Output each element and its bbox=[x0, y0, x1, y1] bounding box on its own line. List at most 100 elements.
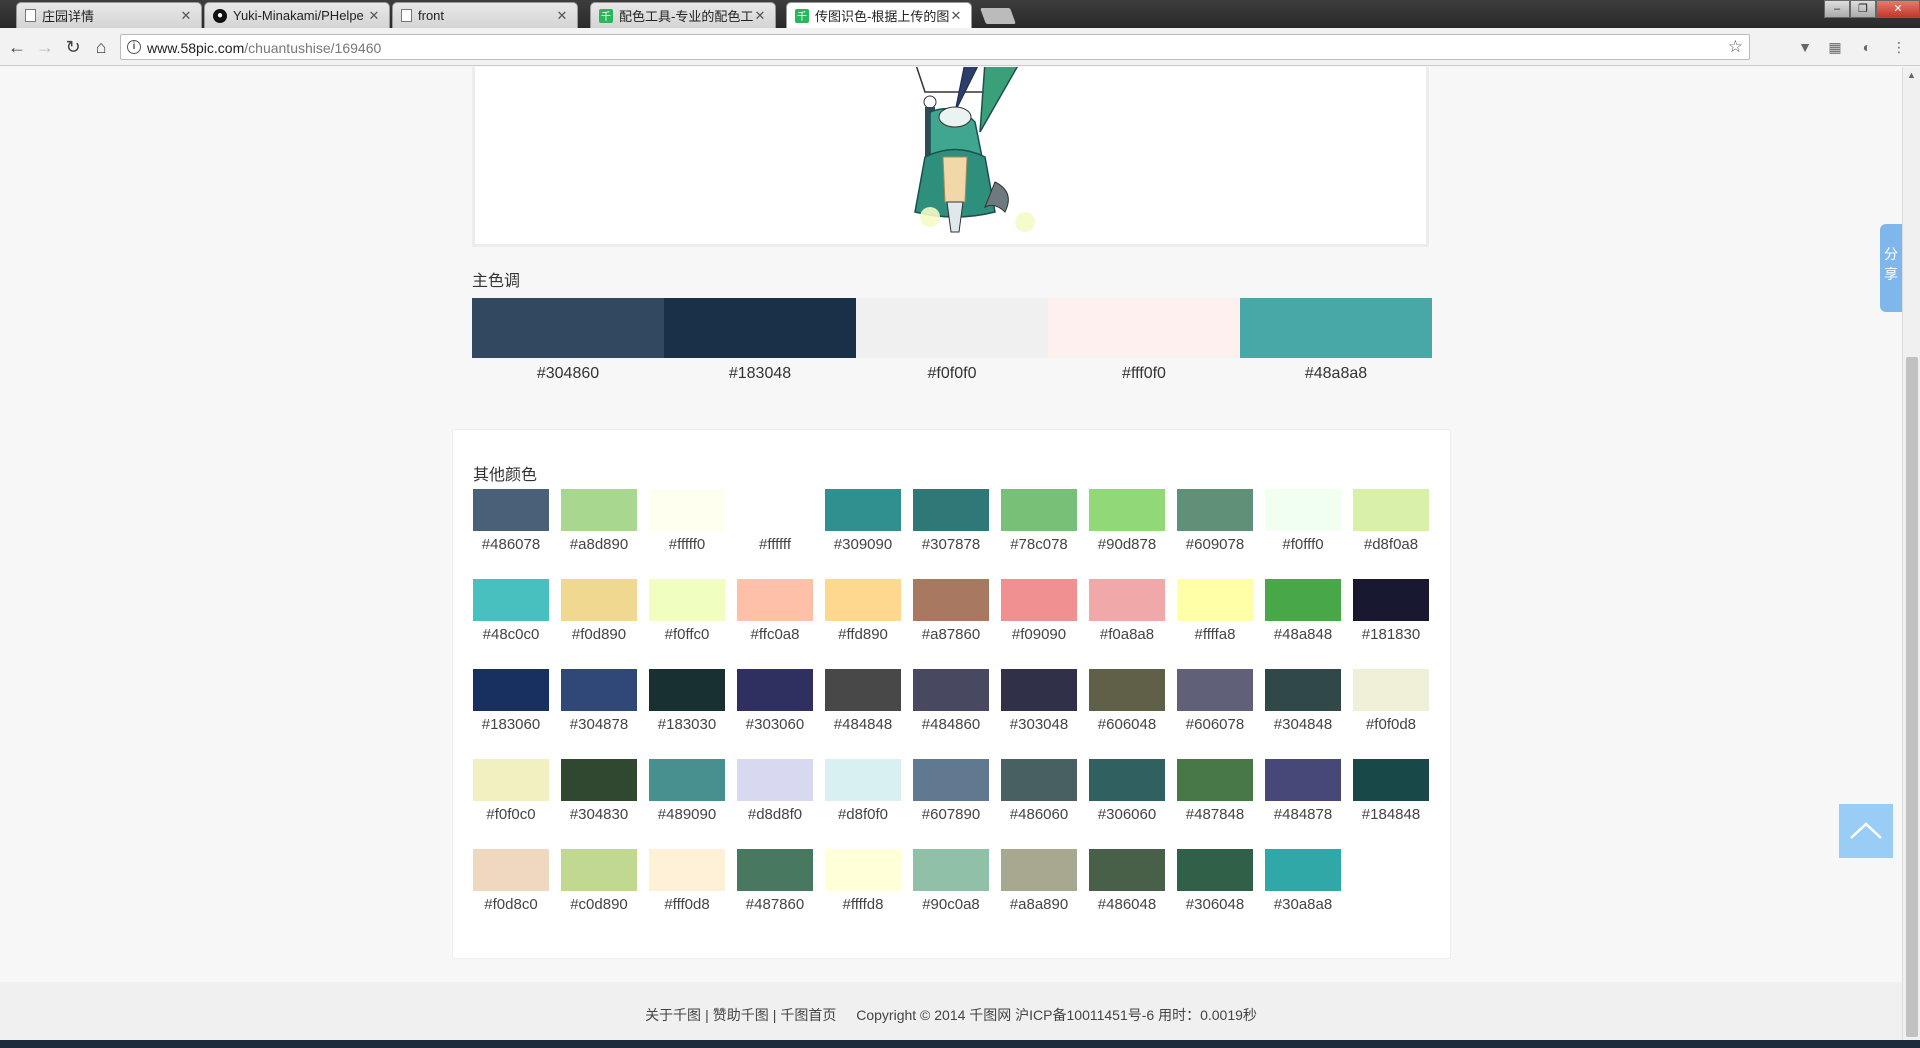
color-block[interactable] bbox=[649, 669, 725, 711]
close-icon[interactable]: ✕ bbox=[555, 8, 569, 24]
other-color-swatch[interactable]: #f0fff0 bbox=[1265, 489, 1353, 579]
tab-2[interactable]: ● Yuki-Minakami/PHelpe ✕ bbox=[204, 2, 390, 28]
footer-link-home[interactable]: 千图首页 bbox=[780, 1007, 836, 1023]
color-block[interactable] bbox=[1001, 669, 1077, 711]
main-color-swatch[interactable]: #304860 bbox=[472, 298, 664, 383]
color-block[interactable] bbox=[913, 849, 989, 891]
other-color-swatch[interactable]: #487860 bbox=[737, 849, 825, 939]
other-color-swatch[interactable]: #484878 bbox=[1265, 759, 1353, 849]
other-color-swatch[interactable]: #487848 bbox=[1177, 759, 1265, 849]
color-block[interactable] bbox=[913, 579, 989, 621]
other-color-swatch[interactable]: #607890 bbox=[913, 759, 1001, 849]
other-color-swatch[interactable]: #ffd890 bbox=[825, 579, 913, 669]
color-block[interactable] bbox=[1353, 489, 1429, 531]
color-block[interactable] bbox=[1089, 669, 1165, 711]
main-color-swatch[interactable]: #f0f0f0 bbox=[856, 298, 1048, 383]
color-block[interactable] bbox=[825, 849, 901, 891]
other-color-swatch[interactable]: #484860 bbox=[913, 669, 1001, 759]
color-block[interactable] bbox=[825, 759, 901, 801]
address-bar[interactable]: i www.58pic.com/chuantushise/169460 ☆ bbox=[120, 34, 1750, 60]
color-block[interactable] bbox=[737, 849, 813, 891]
other-color-swatch[interactable]: #304848 bbox=[1265, 669, 1353, 759]
tab-1[interactable]: 庄园详情 ✕ bbox=[16, 2, 202, 28]
vertical-scrollbar[interactable]: ▲ bbox=[1902, 67, 1920, 1048]
extension-globe-icon[interactable]: ◐ bbox=[1858, 38, 1876, 56]
color-block[interactable] bbox=[473, 489, 549, 531]
color-block[interactable] bbox=[737, 489, 813, 531]
close-icon[interactable]: ✕ bbox=[179, 8, 193, 24]
color-block[interactable] bbox=[649, 489, 725, 531]
color-block[interactable] bbox=[1265, 669, 1341, 711]
other-color-swatch[interactable]: #ffc0a8 bbox=[737, 579, 825, 669]
other-color-swatch[interactable]: #d8f0f0 bbox=[825, 759, 913, 849]
other-color-swatch[interactable]: #ffffff bbox=[737, 489, 825, 579]
color-block[interactable] bbox=[1265, 489, 1341, 531]
other-color-swatch[interactable]: #f0d890 bbox=[561, 579, 649, 669]
other-color-swatch[interactable]: #d8f0a8 bbox=[1353, 489, 1441, 579]
color-block[interactable] bbox=[473, 669, 549, 711]
color-block[interactable] bbox=[1001, 849, 1077, 891]
color-block[interactable] bbox=[473, 849, 549, 891]
color-block[interactable] bbox=[561, 759, 637, 801]
other-color-swatch[interactable]: #f09090 bbox=[1001, 579, 1089, 669]
window-close-button[interactable]: ✕ bbox=[1876, 0, 1920, 18]
color-block[interactable] bbox=[561, 489, 637, 531]
other-color-swatch[interactable]: #a8d890 bbox=[561, 489, 649, 579]
extension-filter-icon[interactable]: ▼ bbox=[1796, 38, 1814, 56]
other-color-swatch[interactable]: #484848 bbox=[825, 669, 913, 759]
color-block[interactable] bbox=[1240, 298, 1432, 358]
color-block[interactable] bbox=[561, 669, 637, 711]
back-to-top-button[interactable] bbox=[1839, 804, 1893, 858]
color-block[interactable] bbox=[1089, 579, 1165, 621]
home-icon[interactable]: ⌂ bbox=[90, 36, 112, 58]
color-block[interactable] bbox=[737, 759, 813, 801]
close-icon[interactable]: ✕ bbox=[753, 8, 767, 24]
color-block[interactable] bbox=[561, 849, 637, 891]
color-block[interactable] bbox=[1089, 759, 1165, 801]
main-color-swatch[interactable]: #48a8a8 bbox=[1240, 298, 1432, 383]
other-color-swatch[interactable]: #304878 bbox=[561, 669, 649, 759]
other-color-swatch[interactable]: #184848 bbox=[1353, 759, 1441, 849]
color-block[interactable] bbox=[473, 759, 549, 801]
color-block[interactable] bbox=[1089, 849, 1165, 891]
footer-link-sponsor[interactable]: 赞助千图 bbox=[713, 1007, 769, 1023]
color-block[interactable] bbox=[1048, 298, 1240, 358]
close-icon[interactable]: ✕ bbox=[949, 8, 963, 24]
other-color-swatch[interactable]: #606048 bbox=[1089, 669, 1177, 759]
other-color-swatch[interactable]: #f0f0c0 bbox=[473, 759, 561, 849]
main-color-swatch[interactable]: #183048 bbox=[664, 298, 856, 383]
color-block[interactable] bbox=[1089, 489, 1165, 531]
other-color-swatch[interactable]: #78c078 bbox=[1001, 489, 1089, 579]
close-icon[interactable]: ✕ bbox=[367, 8, 381, 24]
color-block[interactable] bbox=[472, 298, 664, 358]
other-color-swatch[interactable]: #f0f0d8 bbox=[1353, 669, 1441, 759]
info-icon[interactable]: i bbox=[127, 40, 141, 54]
other-color-swatch[interactable]: #181830 bbox=[1353, 579, 1441, 669]
other-color-swatch[interactable]: #183060 bbox=[473, 669, 561, 759]
other-color-swatch[interactable]: #d8d8f0 bbox=[737, 759, 825, 849]
color-block[interactable] bbox=[825, 489, 901, 531]
other-color-swatch[interactable]: #303060 bbox=[737, 669, 825, 759]
color-block[interactable] bbox=[1353, 669, 1429, 711]
other-color-swatch[interactable]: #a87860 bbox=[913, 579, 1001, 669]
other-color-swatch[interactable]: #309090 bbox=[825, 489, 913, 579]
other-color-swatch[interactable]: #486078 bbox=[473, 489, 561, 579]
reload-icon[interactable]: ↻ bbox=[62, 36, 84, 58]
new-tab-button[interactable] bbox=[980, 8, 1016, 24]
other-color-swatch[interactable]: #306048 bbox=[1177, 849, 1265, 939]
other-color-swatch[interactable]: #306060 bbox=[1089, 759, 1177, 849]
other-color-swatch[interactable]: #f0d8c0 bbox=[473, 849, 561, 939]
color-block[interactable] bbox=[737, 579, 813, 621]
color-block[interactable] bbox=[649, 579, 725, 621]
other-color-swatch[interactable]: #ffffd8 bbox=[825, 849, 913, 939]
restore-button[interactable]: ❐ bbox=[1850, 0, 1876, 18]
other-color-swatch[interactable]: #48a848 bbox=[1265, 579, 1353, 669]
color-block[interactable] bbox=[1353, 579, 1429, 621]
color-block[interactable] bbox=[1177, 849, 1253, 891]
color-block[interactable] bbox=[1177, 759, 1253, 801]
color-block[interactable] bbox=[1177, 669, 1253, 711]
color-block[interactable] bbox=[1265, 759, 1341, 801]
color-block[interactable] bbox=[1353, 759, 1429, 801]
qr-code-icon[interactable]: ▦ bbox=[1826, 38, 1844, 56]
color-block[interactable] bbox=[649, 849, 725, 891]
